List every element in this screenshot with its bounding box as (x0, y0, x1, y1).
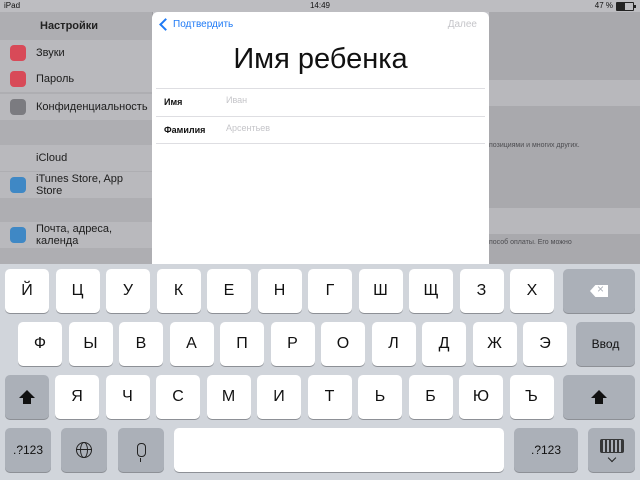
detail-cell (489, 80, 640, 106)
letter-key[interactable]: Й (5, 269, 49, 313)
letter-key[interactable]: Щ (409, 269, 453, 313)
privacy-hand-icon (10, 99, 26, 115)
battery-indicator: 47 % (594, 0, 636, 12)
shift-icon (19, 390, 35, 404)
letter-key[interactable]: К (156, 269, 201, 313)
mail-icon (10, 227, 26, 243)
settings-row: Пароль (0, 66, 152, 92)
letter-key[interactable]: М (206, 375, 251, 419)
battery-percent: 47 % (594, 1, 613, 10)
letter-key[interactable]: С (156, 375, 200, 419)
divider (156, 143, 485, 145)
status-bar: iPad 14:49 47 % (0, 0, 640, 12)
letter-key[interactable]: Ф (18, 322, 62, 366)
letter-key[interactable]: П (220, 322, 264, 366)
settings-row: Почта, адреса, календа (0, 222, 152, 248)
settings-title: Настройки (40, 20, 99, 32)
next-button[interactable]: Далее (448, 19, 477, 30)
letter-key[interactable]: Н (257, 269, 302, 313)
numbers-key-right[interactable]: .?123 (514, 428, 578, 472)
last-name-input[interactable] (226, 123, 466, 133)
numbers-key-left[interactable]: .?123 (5, 428, 51, 472)
space-key[interactable] (174, 428, 504, 472)
letter-key[interactable]: Ч (105, 375, 150, 419)
settings-row-label: Пароль (36, 73, 75, 85)
backspace-key[interactable] (563, 269, 635, 313)
letter-key[interactable]: Б (408, 375, 453, 419)
shift-icon (591, 390, 607, 404)
settings-row: Звуки (0, 40, 152, 66)
letter-key[interactable]: Э (523, 322, 567, 366)
letter-key[interactable]: Ш (358, 269, 403, 313)
settings-row: iTunes Store, App Store (0, 172, 152, 198)
settings-row: iCloud (0, 145, 152, 171)
first-name-input[interactable] (226, 95, 466, 105)
clock: 14:49 (309, 1, 331, 10)
letter-key[interactable]: Ы (68, 322, 113, 366)
shift-key-left[interactable] (5, 375, 49, 419)
letter-key[interactable]: И (257, 375, 301, 419)
letter-key[interactable]: Я (55, 375, 99, 419)
chevron-left-icon (159, 18, 172, 31)
icloud-icon (10, 150, 26, 166)
settings-sidebar: Настройки Звуки Пароль Конфиденциальность i… (0, 12, 153, 264)
passcode-icon (10, 71, 26, 87)
settings-row-label: iTunes Store, App Store (36, 173, 124, 197)
letter-key[interactable]: З (459, 269, 504, 313)
dictation-key[interactable] (118, 428, 164, 472)
last-name-row: Фамилия (156, 116, 485, 144)
dialog-title: Имя ребенка (233, 43, 408, 75)
last-name-label: Фамилия (164, 125, 206, 135)
globe-icon (76, 442, 92, 458)
microphone-icon (136, 443, 146, 462)
letter-key[interactable]: В (119, 322, 163, 366)
letter-key[interactable]: Т (307, 375, 352, 419)
detail-text: позициями и многих других. (489, 142, 580, 149)
letter-key[interactable]: Ъ (509, 375, 554, 419)
on-screen-keyboard: ЙЦУКЕНГШЩЗХ ФЫВАПРОЛДЖЭ Ввод ЯЧСМИТЬБЮЪ … (0, 264, 640, 480)
shift-key-right[interactable] (563, 375, 635, 419)
child-name-dialog: Подтвердить Далее Имя ребенка Имя Фамили… (152, 12, 489, 264)
dismiss-keyboard-key[interactable] (588, 428, 635, 472)
sounds-icon (10, 45, 26, 61)
settings-row-label: Конфиденциальность (36, 101, 148, 113)
back-label: Подтвердить (173, 19, 234, 30)
letter-key[interactable]: Ц (55, 269, 100, 313)
settings-row-label: Звуки (36, 47, 65, 59)
letter-key[interactable]: Ю (459, 375, 503, 419)
return-key[interactable]: Ввод (576, 322, 635, 366)
settings-row-label: iCloud (36, 152, 68, 164)
letter-key[interactable]: Л (371, 322, 416, 366)
first-name-label: Имя (164, 97, 183, 107)
letter-key[interactable]: О (321, 322, 365, 366)
backspace-icon (590, 285, 608, 297)
first-name-row: Имя (156, 88, 485, 116)
letter-key[interactable]: Ж (472, 322, 517, 366)
letter-key[interactable]: Г (308, 269, 352, 313)
letter-key[interactable]: У (106, 269, 150, 313)
settings-detail: позициями и многих других. пособ оплаты.… (489, 12, 640, 264)
detail-cell (489, 208, 640, 234)
letter-key[interactable]: Р (270, 322, 315, 366)
letter-key[interactable]: Ь (358, 375, 402, 419)
letter-key[interactable]: Х (510, 269, 554, 313)
detail-text: пособ оплаты. Его можно (489, 239, 572, 246)
app-store-icon (10, 177, 26, 193)
battery-icon (616, 1, 636, 11)
globe-key[interactable] (61, 428, 107, 472)
confirm-back-button[interactable]: Подтвердить (158, 18, 234, 31)
settings-row-label: Почта, адреса, календа (36, 223, 113, 247)
letter-key[interactable]: Е (207, 269, 251, 313)
keyboard-dismiss-icon (599, 439, 624, 463)
letter-key[interactable]: Д (422, 322, 466, 366)
settings-row: Конфиденциальность (0, 94, 152, 120)
letter-key[interactable]: А (169, 322, 214, 366)
